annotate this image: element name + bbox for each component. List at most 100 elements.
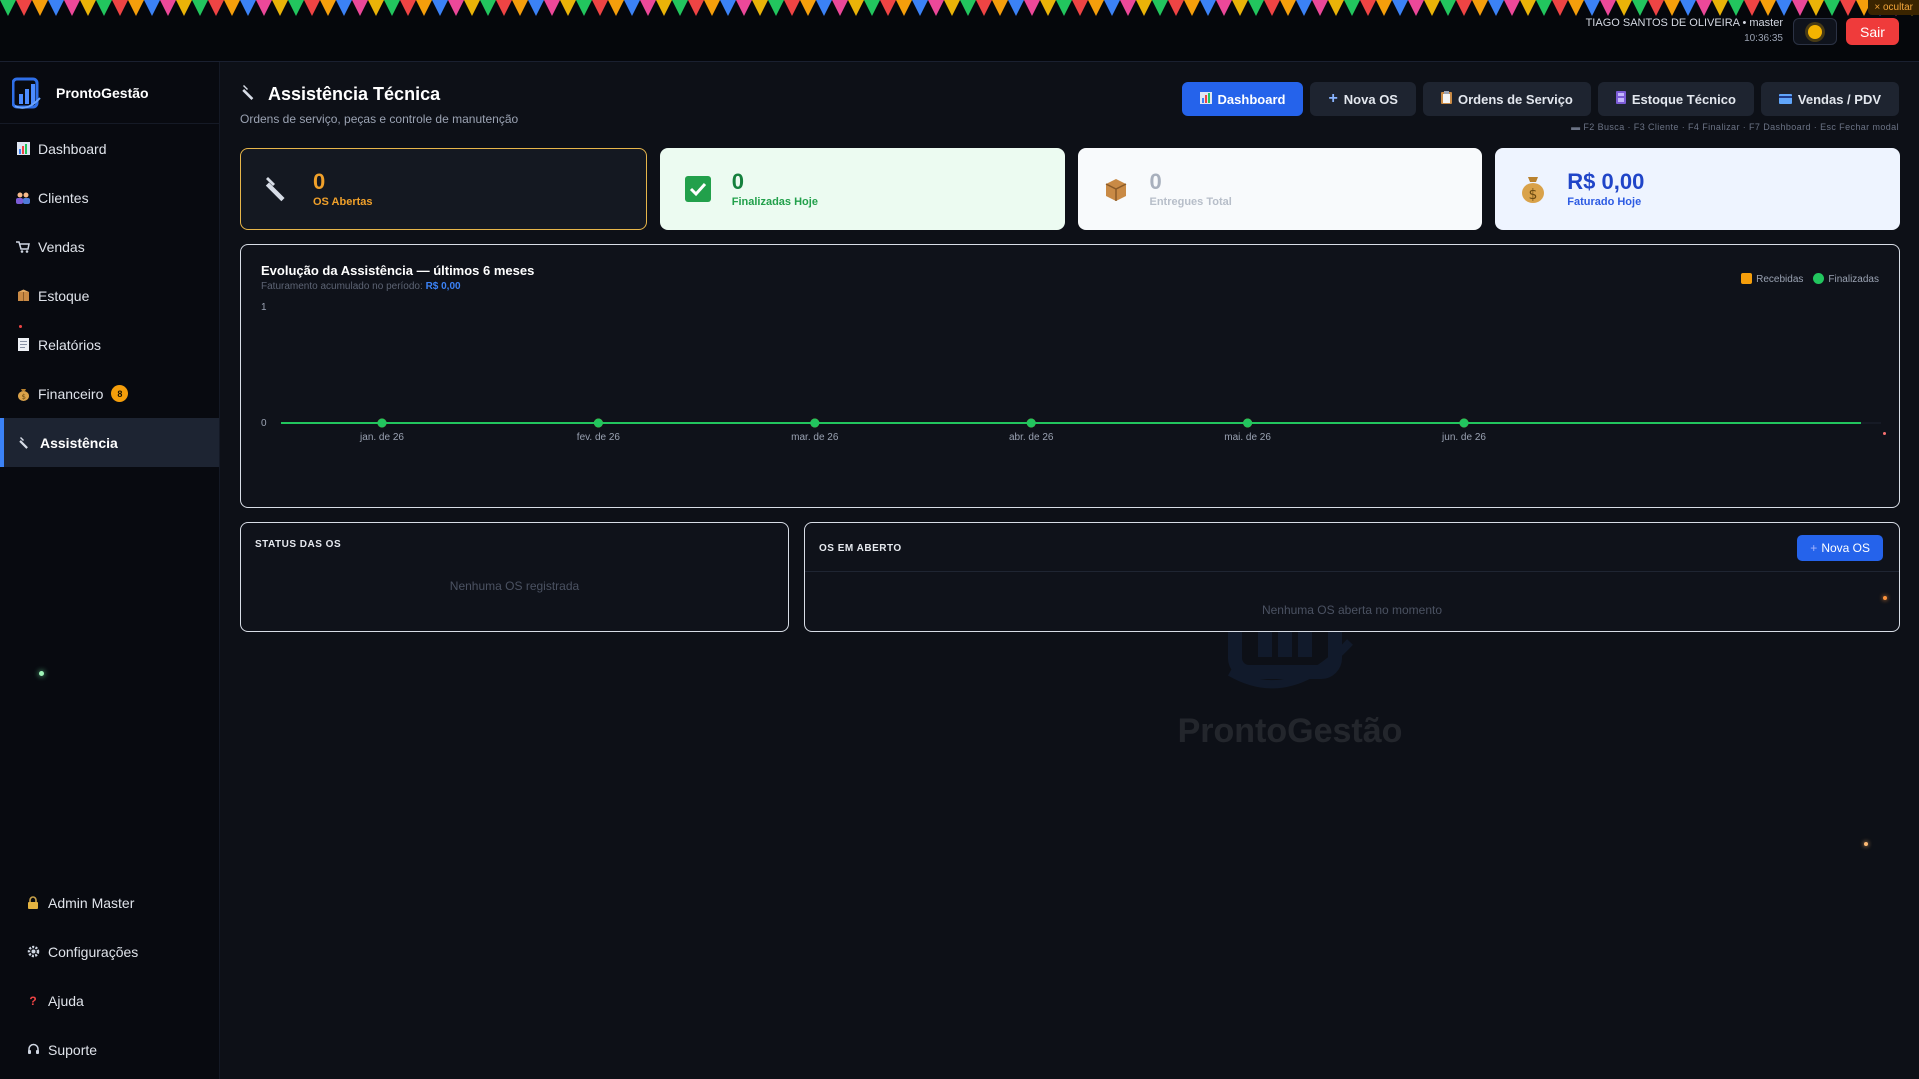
y-tick-label: 0 <box>261 418 267 429</box>
wrench-icon <box>242 84 258 105</box>
svg-text:$: $ <box>1529 187 1538 203</box>
sidebar-item-label: Assistência <box>40 434 118 451</box>
tab-dashboard[interactable]: Dashboard <box>1181 82 1304 116</box>
money-bag-icon: $ <box>1519 175 1547 203</box>
question-icon: ? <box>29 993 37 1008</box>
brand[interactable]: ProntoGestão <box>0 62 219 124</box>
data-point[interactable] <box>1459 418 1469 428</box>
sidebar-item-admin-master[interactable]: Admin Master <box>0 878 220 927</box>
sidebar-item-relatorios[interactable]: Relatórios <box>0 320 219 369</box>
chart-icon <box>1199 91 1212 107</box>
chart-subtitle-prefix: Faturamento acumulado no período: <box>261 281 423 292</box>
stat-card-entregues-total[interactable]: 0 Entregues Total <box>1077 148 1483 230</box>
sidebar-item-label: Estoque <box>38 287 90 304</box>
x-tick-label: abr. de 26 <box>1009 432 1054 443</box>
hide-bunting-button[interactable]: × ocultar <box>1868 0 1919 15</box>
chart-subtitle-value: R$ 0,00 <box>425 281 461 292</box>
tab-nova-os[interactable]: + Nova OS <box>1310 82 1416 116</box>
tab-label: Nova OS <box>1343 91 1398 107</box>
stat-card-faturado-hoje[interactable]: $ R$ 0,00 Faturado Hoje <box>1495 148 1900 230</box>
data-point[interactable] <box>1026 418 1036 428</box>
sidebar-item-assistencia[interactable]: Assistência <box>0 418 219 467</box>
data-point[interactable] <box>810 418 820 428</box>
logout-button[interactable]: Sair <box>1846 18 1899 45</box>
chart-icon <box>16 142 30 156</box>
chart-title: Evolução da Assistência — últimos 6 mese… <box>261 263 535 278</box>
top-bar: TIAGO SANTOS DE OLIVEIRA • master 10:36:… <box>0 0 1919 62</box>
sparkle-decoration <box>39 671 44 676</box>
keyboard-icon: ▬ <box>1571 122 1584 132</box>
tab-label: Vendas / PDV <box>1797 91 1881 107</box>
sparkle-decoration <box>1883 596 1887 600</box>
button-label: Nova OS <box>1821 541 1870 555</box>
sidebar-item-financeiro[interactable]: $ Financeiro 8 <box>0 369 219 418</box>
wrench-icon <box>265 175 293 203</box>
tool-box-icon <box>1615 91 1626 107</box>
document-icon <box>16 338 30 352</box>
nova-os-button[interactable]: + Nova OS <box>1797 535 1883 561</box>
lock-icon <box>26 896 40 910</box>
status-card: STATUS DAS OS Nenhuma OS registrada <box>240 522 789 632</box>
card-icon <box>1778 92 1792 107</box>
tab-label: Dashboard <box>1217 91 1286 107</box>
keyboard-shortcuts: ▬ F2 Busca · F3 Cliente · F4 Finalizar ·… <box>1571 122 1899 132</box>
divider <box>805 571 1899 572</box>
tab-vendas-pdv[interactable]: Vendas / PDV <box>1760 82 1899 116</box>
package-icon <box>1102 175 1130 203</box>
sidebar-item-estoque[interactable]: Estoque <box>0 271 219 320</box>
open-os-card: OS EM ABERTO + Nova OS Nenhuma OS aberta… <box>804 522 1900 632</box>
theme-toggle-button[interactable] <box>1793 18 1837 45</box>
page-tabs: Dashboard + Nova OS Ordens de Serviço Es… <box>1181 82 1899 116</box>
plus-icon: + <box>1328 90 1338 107</box>
stat-value: 0 <box>731 169 744 194</box>
sparkle-decoration <box>19 325 22 328</box>
tab-estoque-tecnico[interactable]: Estoque Técnico <box>1597 82 1754 116</box>
data-point[interactable] <box>1243 418 1253 428</box>
sidebar-item-configuracoes[interactable]: Configurações <box>0 927 220 976</box>
legend-swatch <box>1741 273 1753 284</box>
sidebar-footer-nav: Admin Master Configurações ? Ajuda Supor… <box>0 878 220 1074</box>
users-icon <box>16 191 30 205</box>
stat-card-os-abertas[interactable]: 0 OS Abertas <box>240 148 647 230</box>
stat-value: 0 <box>1149 169 1162 194</box>
sidebar-item-label: Relatórios <box>38 336 102 353</box>
sun-icon <box>1808 24 1822 39</box>
sidebar-item-suporte[interactable]: Suporte <box>0 1025 220 1074</box>
notification-badge: 8 <box>111 385 129 402</box>
stat-card-finalizadas-hoje[interactable]: 0 Finalizadas Hoje <box>659 148 1065 230</box>
stat-cards: 0 OS Abertas 0 Finalizadas Hoje 0 Entreg… <box>240 148 1900 230</box>
empty-state: Nenhuma OS aberta no momento <box>1261 603 1443 617</box>
legend-swatch <box>1813 273 1825 284</box>
sidebar-item-vendas[interactable]: Vendas <box>0 222 219 271</box>
data-point[interactable] <box>593 418 603 428</box>
brand-name: ProntoGestão <box>56 84 149 101</box>
tab-ordens-de-servico[interactable]: Ordens de Serviço <box>1422 82 1591 116</box>
sidebar-item-label: Financeiro <box>38 385 104 402</box>
sidebar-item-ajuda[interactable]: ? Ajuda <box>0 976 220 1025</box>
y-tick-label: 1 <box>261 302 267 313</box>
sidebar-item-dashboard[interactable]: Dashboard <box>0 124 219 173</box>
cart-icon <box>16 240 30 254</box>
empty-state: Nenhuma OS registrada <box>449 579 580 593</box>
sidebar-item-clientes[interactable]: Clientes <box>0 173 219 222</box>
x-tick-label: mar. de 26 <box>791 432 839 443</box>
logo-icon <box>11 76 42 110</box>
sidebar-item-label: Ajuda <box>48 992 84 1009</box>
watermark-text: ProntoGestão <box>1177 712 1403 750</box>
sparkle-decoration <box>1864 842 1868 846</box>
legend-item-recebidas[interactable]: Recebidas <box>1741 273 1803 285</box>
chart-subtitle: Faturamento acumulado no período: R$ 0,0… <box>261 281 461 292</box>
sidebar-item-label: Vendas <box>38 238 85 255</box>
data-point[interactable] <box>377 418 387 428</box>
stat-label: Faturado Hoje <box>1567 196 1642 208</box>
sidebar-item-label: Clientes <box>38 189 89 206</box>
stat-value: 0 <box>313 169 326 194</box>
x-tick-label: mai. de 26 <box>1224 432 1271 443</box>
evolution-chart-card: 1 0 jan. de 26 fev. de 26 mar. de 26 abr. de … <box>240 244 1900 508</box>
legend-item-finalizadas[interactable]: Finalizadas <box>1813 273 1879 285</box>
clipboard-icon <box>1440 91 1452 107</box>
line-chart: 1 0 jan. de 26 fev. de 26 mar. de 26 abr. de … <box>261 302 1881 443</box>
sidebar-item-label: Suporte <box>48 1041 98 1058</box>
shortcuts-text: F2 Busca · F3 Cliente · F4 Finalizar · F… <box>1583 122 1899 132</box>
x-tick-label: jun. de 26 <box>1441 432 1486 443</box>
